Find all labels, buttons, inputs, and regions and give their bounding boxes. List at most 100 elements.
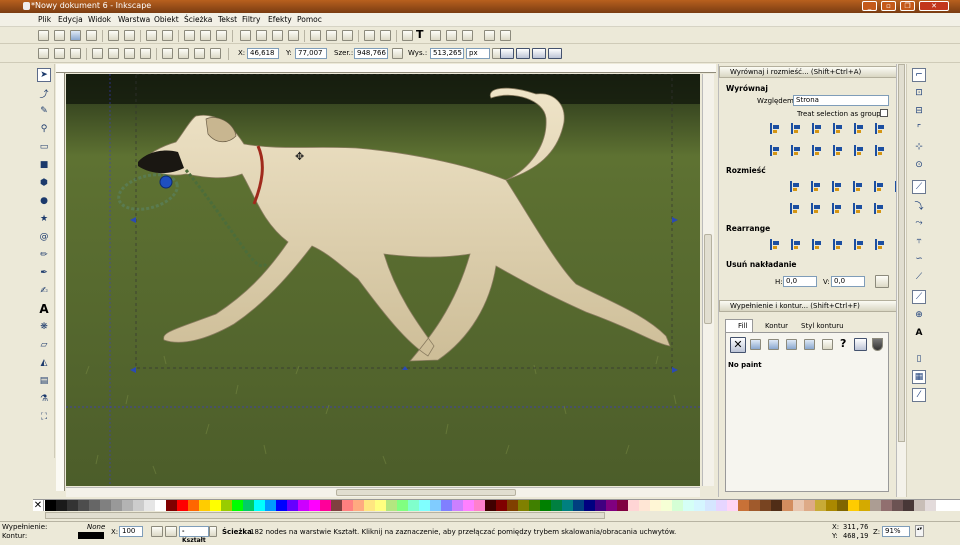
v-gap-field[interactable]: 0,0 [831,276,865,287]
ellipse-tool-icon[interactable]: ● [37,194,51,208]
restore-button[interactable]: ❐ [900,1,915,11]
align-option-icon[interactable] [831,144,844,157]
new-document-button[interactable] [38,30,49,41]
fill-indicator-value[interactable]: None [87,523,105,531]
snap-text-baseline-icon[interactable]: A [912,326,926,340]
color-palette[interactable]: ✕ [33,499,960,512]
rotate-cw-button[interactable] [108,48,119,59]
align-option-icon[interactable] [768,144,781,157]
snap-guides-icon[interactable]: ⁄ [912,388,926,402]
unlink-clone-button[interactable] [342,30,353,41]
scale-corners-toggle[interactable] [516,48,530,59]
snap-bbox-midpoints-icon[interactable]: ⊹ [912,140,926,154]
align-option-icon[interactable] [789,144,802,157]
snap-bbox-centers-icon[interactable]: ⊙ [912,158,926,172]
select-all-button[interactable] [38,48,49,59]
palette-scroll-thumb[interactable] [45,512,605,519]
spray-tool-icon[interactable]: ❋ [37,320,51,334]
inkscape-preferences-button[interactable] [500,30,511,41]
document-properties-button[interactable] [484,30,495,41]
width-field[interactable]: 948,766 [354,48,388,59]
align-option-icon[interactable] [851,180,864,193]
gradient-tool-icon[interactable]: ▤ [37,374,51,388]
snap-grids-icon[interactable]: ▦ [912,370,926,384]
align-option-icon[interactable] [810,122,823,135]
snap-midpoints-icon[interactable]: ⟋ [912,270,926,284]
remove-overlap-button[interactable] [875,275,889,288]
raise-to-top-button[interactable] [162,48,173,59]
flip-vertical-button[interactable] [140,48,151,59]
lock-ratio-button[interactable] [392,48,403,59]
height-field[interactable]: 513,265 [430,48,464,59]
text-font-icon[interactable]: T [416,28,424,41]
pattern-button[interactable] [822,339,833,350]
spiral-tool-icon[interactable]: @ [37,230,51,244]
snap-cusp-icon[interactable]: ⥾ [912,234,926,248]
save-button[interactable] [70,30,81,41]
fill-rule-evenodd-button[interactable] [854,338,867,351]
maximize-button[interactable]: ▫ [881,1,896,11]
clone-button[interactable] [326,30,337,41]
deselect-button[interactable] [70,48,81,59]
lower-button[interactable] [194,48,205,59]
vertical-scroll-thumb[interactable] [704,234,712,324]
tab-stroke-style[interactable]: Styl konturu [789,320,851,332]
measure-tool-icon[interactable]: ▭ [37,140,51,154]
rectangle-tool-icon[interactable]: ■ [37,158,51,172]
palette-scrollbar[interactable] [33,511,960,521]
zoom-stepper[interactable]: ▴▾ [915,525,924,537]
snap-intersections-icon[interactable]: ⤳ [912,216,926,230]
dropper-tool-icon[interactable]: ⚗ [37,392,51,406]
move-gradients-toggle[interactable] [532,48,546,59]
tweak-tool-icon[interactable]: ✎ [37,104,51,118]
align-option-icon[interactable] [768,238,781,251]
cut-button[interactable] [200,30,211,41]
zoom-field[interactable]: 91% [882,526,910,537]
flip-horizontal-button[interactable] [124,48,135,59]
3d-box-tool-icon[interactable]: ⬢ [37,176,51,190]
menu-obiekt[interactable]: Obiekt [154,15,179,24]
snap-rotation-center-icon[interactable]: ⊕ [912,308,926,322]
align-option-icon[interactable] [873,144,886,157]
linear-gradient-button[interactable] [768,339,779,350]
tab-fill[interactable]: Fill [725,319,753,332]
layer-select[interactable]: -Kształt [179,526,209,544]
horizontal-scrollbar[interactable] [66,487,700,497]
pen-tool-icon[interactable]: ✒ [37,266,51,280]
menu-efekty[interactable]: Efekty [268,15,292,24]
menu-widok[interactable]: Widok [88,15,111,24]
panel-scrollbar[interactable] [896,64,906,497]
tab-stroke[interactable]: Kontur [753,320,789,332]
snap-bbox-corners-icon[interactable]: ⌜ [912,122,926,136]
drawing-canvas[interactable]: ✥ [66,74,700,486]
zoom-width-button[interactable] [288,30,299,41]
snap-bbox-edges-icon[interactable]: ⊟ [912,104,926,118]
align-option-icon[interactable] [852,122,865,135]
group-button[interactable] [364,30,375,41]
duplicate-button[interactable] [310,30,321,41]
snap-enable-icon[interactable]: ⌐ [912,68,926,82]
menu-pomoc[interactable]: Pomoc [297,15,322,24]
align-option-icon[interactable] [830,202,843,215]
snap-smooth-icon[interactable]: ∽ [912,252,926,266]
fill-stroke-button[interactable] [402,30,413,41]
snap-nodes-icon[interactable]: ⟋ [912,180,926,194]
snap-paths-icon[interactable]: ⤵ [912,198,926,212]
snap-page-border-icon[interactable]: ▯ [912,352,926,366]
panel-scroll-thumb[interactable] [898,64,905,442]
calligraphy-tool-icon[interactable]: ✍ [37,284,51,298]
zoom-tool-icon[interactable]: ⚲ [37,122,51,136]
zoom-selection-button[interactable] [240,30,251,41]
move-patterns-toggle[interactable] [548,48,562,59]
rotate-ccw-button[interactable] [92,48,103,59]
align-option-icon[interactable] [789,238,802,251]
stroke-swatch[interactable] [78,532,104,539]
menu-tekst[interactable]: Tekst [218,15,237,24]
align-distribute-button[interactable] [446,30,457,41]
lower-to-bottom-button[interactable] [210,48,221,59]
radial-gradient-button[interactable] [786,339,797,350]
opacity-field[interactable]: 100 [119,526,143,537]
raise-button[interactable] [178,48,189,59]
preferences-button[interactable] [462,30,473,41]
pencil-tool-icon[interactable]: ✏ [37,248,51,262]
